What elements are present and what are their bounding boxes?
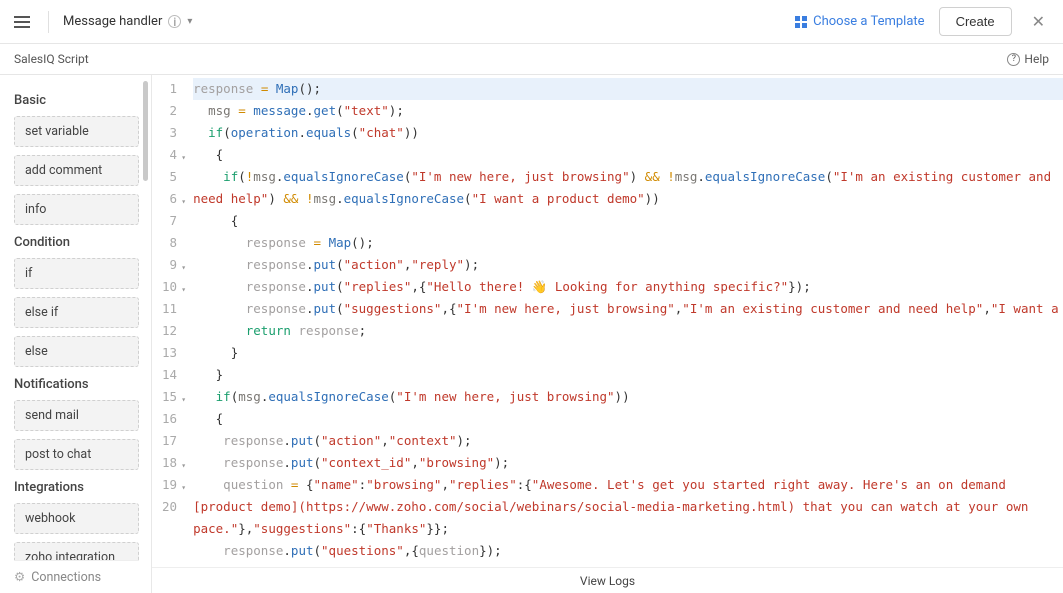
connections-label: Connections [31, 570, 101, 585]
code-editor: 1234▾56▾789▾10▾1112131415▾161718▾19▾20 r… [152, 75, 1063, 593]
section-title-condition: Condition [14, 235, 139, 250]
create-button[interactable]: Create [939, 7, 1012, 36]
block-set-variable[interactable]: set variable [14, 116, 139, 147]
block-add-comment[interactable]: add comment [14, 155, 139, 186]
block-if[interactable]: if [14, 258, 139, 289]
choose-template-label: Choose a Template [813, 14, 924, 29]
connections-link[interactable]: ⚙ Connections [14, 560, 139, 593]
code-pane[interactable]: response = Map(); msg = message.get("tex… [183, 75, 1063, 567]
sidebar: Basic set variable add comment info Cond… [0, 75, 152, 593]
view-logs-link[interactable]: View Logs [152, 567, 1063, 593]
scrollbar[interactable] [143, 81, 148, 181]
block-info[interactable]: info [14, 194, 139, 225]
block-webhook[interactable]: webhook [14, 503, 139, 534]
close-icon[interactable]: ✕ [1024, 8, 1053, 35]
section-title-basic: Basic [14, 93, 139, 108]
editor-body[interactable]: 1234▾56▾789▾10▾1112131415▾161718▾19▾20 r… [152, 75, 1063, 567]
page-title: Message handler [63, 14, 162, 29]
block-else[interactable]: else [14, 336, 139, 367]
gear-icon: ⚙ [14, 569, 25, 585]
help-icon: ? [1007, 53, 1020, 66]
section-title-integrations: Integrations [14, 480, 139, 495]
topbar: Message handler i ▾ Choose a Template Cr… [0, 0, 1063, 44]
help-link[interactable]: ? Help [1007, 52, 1049, 66]
script-label: SalesIQ Script [14, 52, 89, 66]
gutter: 1234▾56▾789▾10▾1112131415▾161718▾19▾20 [152, 75, 183, 567]
info-icon[interactable]: i [168, 15, 181, 28]
choose-template-link[interactable]: Choose a Template [795, 14, 924, 29]
menu-icon[interactable] [14, 12, 34, 32]
help-label: Help [1024, 52, 1049, 66]
title-group[interactable]: Message handler i ▾ [63, 14, 192, 29]
main: Basic set variable add comment info Cond… [0, 74, 1063, 593]
view-logs-label: View Logs [580, 574, 635, 588]
block-send-mail[interactable]: send mail [14, 400, 139, 431]
section-title-notifications: Notifications [14, 377, 139, 392]
chevron-down-icon[interactable]: ▾ [187, 16, 192, 27]
block-else-if[interactable]: else if [14, 297, 139, 328]
scriptbar: SalesIQ Script ? Help [0, 44, 1063, 74]
separator [48, 11, 49, 33]
block-post-to-chat[interactable]: post to chat [14, 439, 139, 470]
template-icon [795, 16, 807, 28]
sidebar-inner[interactable]: Basic set variable add comment info Cond… [14, 87, 139, 560]
block-zoho-integration[interactable]: zoho integration [14, 542, 139, 560]
